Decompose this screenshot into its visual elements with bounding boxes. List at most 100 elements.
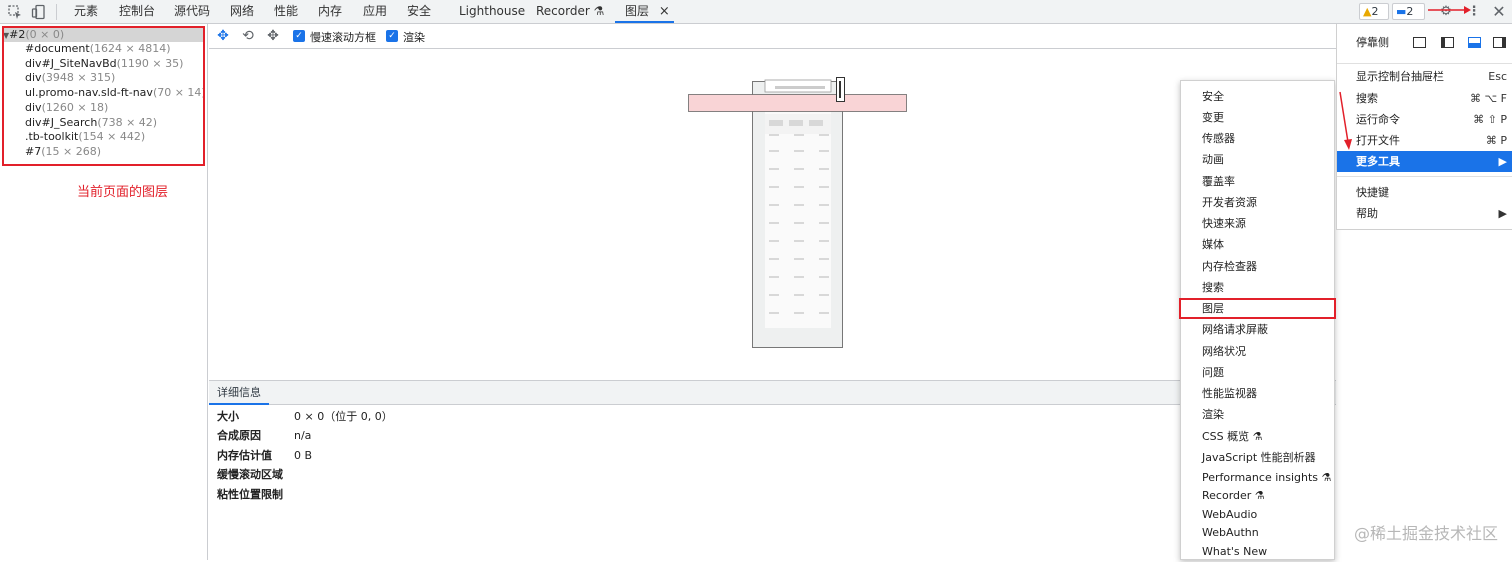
device-toolbar-icon[interactable] — [31, 4, 47, 20]
tab-memory[interactable]: 内存 — [318, 0, 342, 23]
tab-details[interactable]: 详细信息 — [209, 381, 269, 405]
menu-item-media[interactable]: 媒体 — [1181, 234, 1334, 255]
dock-bottom-icon[interactable] — [1468, 37, 1481, 48]
menu-item-recorder[interactable]: Recorder ⚗ — [1181, 485, 1334, 506]
menu-item-show-console-drawer[interactable]: 显示控制台抽屉栏 Esc — [1337, 66, 1512, 87]
menu-item-help[interactable]: 帮助 ▶ — [1337, 203, 1512, 224]
annotation-arrow-down — [1336, 90, 1356, 152]
menu-item-shortcut: ⌘ ⌥ F — [1470, 88, 1507, 109]
messages-badge[interactable]: ▬2 — [1392, 3, 1425, 20]
details-tab-bar: 详细信息 — [209, 381, 1336, 405]
detail-value: 0 × 0（位于 0, 0） — [294, 409, 393, 425]
annotation-arrow-right — [1426, 5, 1472, 15]
menu-item-network-conditions[interactable]: 网络状况 — [1181, 341, 1334, 362]
layers-tree-panel: ▼#2(0 × 0) #document(1624 × 4814) div#J_… — [0, 24, 208, 560]
menu-item-css-overview[interactable]: CSS 概览 ⚗ — [1181, 426, 1334, 447]
tab-application[interactable]: 应用 — [363, 0, 387, 23]
menu-item-shortcut: ⌘ ⇧ P — [1473, 109, 1507, 130]
menu-item-animations[interactable]: 动画 — [1181, 149, 1334, 170]
menu-item-label: 显示控制台抽屉栏 — [1356, 70, 1444, 83]
message-icon: ▬ — [1396, 5, 1406, 18]
inspect-element-icon[interactable] — [7, 4, 23, 20]
detail-value: n/a — [294, 428, 311, 444]
menu-item-label: 更多工具 — [1356, 155, 1400, 168]
menu-item-quick-source[interactable]: 快速来源 — [1181, 213, 1334, 234]
annotation-label: 当前页面的图层 — [77, 181, 168, 200]
rotate-mode-icon[interactable]: ⟲ — [240, 28, 256, 44]
menu-item-open-file[interactable]: 打开文件 ⌘ P — [1337, 130, 1512, 151]
dock-side-label: 停靠侧 — [1356, 36, 1389, 49]
detail-key: 内存估计值 — [217, 448, 272, 464]
pan-mode-icon[interactable]: ✥ — [215, 28, 231, 44]
menu-item-run-command[interactable]: 运行命令 ⌘ ⇧ P — [1337, 109, 1512, 130]
menu-item-label: 搜索 — [1356, 92, 1378, 105]
menu-separator — [1337, 63, 1512, 64]
detail-key: 大小 — [217, 409, 239, 425]
tab-console[interactable]: 控制台 — [119, 0, 155, 23]
menu-item-webauthn[interactable]: WebAuthn — [1181, 522, 1334, 543]
tab-performance[interactable]: 性能 — [274, 0, 298, 23]
dock-right-icon[interactable] — [1493, 37, 1506, 48]
submenu-arrow-icon: ▶ — [1499, 151, 1507, 172]
tab-security[interactable]: 安全 — [407, 0, 431, 23]
messages-count: 2 — [1406, 5, 1413, 18]
menu-item-rendering[interactable]: 渲染 — [1181, 404, 1334, 425]
customize-devtools-menu: 停靠侧 显示控制台抽屉栏 Esc 搜索 ⌘ ⌥ F 运行命令 ⌘ ⇧ P 打开文件 ⌘ … — [1336, 24, 1512, 230]
menu-separator — [1337, 176, 1512, 177]
tab-layers-label: 图层 — [615, 4, 649, 18]
menu-item-memory-inspector[interactable]: 内存检查器 — [1181, 256, 1334, 277]
layers-3d-canvas[interactable] — [209, 50, 1336, 380]
tab-lighthouse[interactable]: Lighthouse — [459, 0, 525, 23]
menu-item-sensors[interactable]: 传感器 — [1181, 128, 1334, 149]
devtools-tab-bar: 元素 控制台 源代码 网络 性能 内存 应用 安全 Lighthouse Rec… — [0, 0, 1512, 24]
tab-close-icon[interactable]: × — [659, 4, 670, 19]
menu-item-network-request-blocking[interactable]: 网络请求屏蔽 — [1181, 319, 1334, 340]
details-panel: 详细信息 大小 0 × 0（位于 0, 0） 合成原因 n/a 内存估计值 0 B 缓… — [209, 380, 1336, 560]
annotation-highlight-box — [2, 26, 205, 166]
menu-item-performance-monitor[interactable]: 性能监视器 — [1181, 383, 1334, 404]
menu-item-label: 打开文件 — [1356, 134, 1400, 147]
menu-item-search[interactable]: 搜索 — [1181, 277, 1334, 298]
menu-item-label: 帮助 — [1356, 207, 1378, 220]
close-devtools-icon[interactable]: ✕ — [1491, 4, 1507, 20]
tab-sources[interactable]: 源代码 — [174, 0, 210, 23]
menu-item-javascript-profiler[interactable]: JavaScript 性能剖析器 — [1181, 447, 1334, 468]
menu-item-shortcuts[interactable]: 快捷键 — [1337, 182, 1512, 203]
tab-layers[interactable]: 图层 × — [615, 0, 674, 23]
slow-scroll-checkbox[interactable]: ✓ — [293, 30, 305, 42]
tab-elements[interactable]: 元素 — [74, 0, 98, 23]
paint-label: 渲染 — [403, 29, 425, 45]
tab-network[interactable]: 网络 — [230, 0, 254, 23]
detail-key: 缓慢滚动区域 — [217, 467, 283, 483]
menu-item-label: 运行命令 — [1356, 113, 1400, 126]
menu-item-shortcut: ⌘ P — [1486, 130, 1507, 151]
annotation-highlight-box — [1179, 298, 1336, 319]
dock-left-icon[interactable] — [1441, 37, 1454, 48]
detail-key: 合成原因 — [217, 428, 261, 444]
toolbar-divider — [56, 4, 57, 20]
layers-toolbar: ✥ ⟲ ✥ ✓ 慢速滚动方框 ✓ 渲染 — [209, 24, 1336, 49]
watermark-text: @稀土掘金技术社区 — [1354, 520, 1498, 544]
menu-item-issues[interactable]: 问题 — [1181, 362, 1334, 383]
submenu-arrow-icon: ▶ — [1499, 203, 1507, 224]
menu-item-security[interactable]: 安全 — [1181, 86, 1334, 107]
detail-value: 0 B — [294, 448, 312, 464]
more-tools-submenu: 安全 变更 传感器 动画 覆盖率 开发者资源 快速来源 媒体 内存检查器 搜索 … — [1180, 80, 1335, 560]
menu-item-search[interactable]: 搜索 ⌘ ⌥ F — [1337, 88, 1512, 109]
warnings-count: 2 — [1371, 5, 1378, 18]
menu-item-shortcut: Esc — [1488, 66, 1507, 87]
menu-item-whats-new[interactable]: What's New — [1181, 541, 1334, 562]
slow-scroll-label: 慢速滚动方框 — [310, 29, 376, 45]
undock-icon[interactable] — [1413, 37, 1426, 48]
reset-transform-icon[interactable]: ✥ — [265, 28, 281, 44]
menu-item-more-tools[interactable]: 更多工具 ▶ — [1337, 151, 1512, 172]
detail-key: 粘性位置限制 — [217, 487, 283, 503]
menu-item-coverage[interactable]: 覆盖率 — [1181, 171, 1334, 192]
paint-checkbox[interactable]: ✓ — [386, 30, 398, 42]
warnings-badge[interactable]: ▲2 — [1359, 3, 1389, 20]
menu-item-changes[interactable]: 变更 — [1181, 107, 1334, 128]
menu-item-developer-resources[interactable]: 开发者资源 — [1181, 192, 1334, 213]
menu-item-label: 快捷键 — [1356, 186, 1389, 199]
layers-visualization[interactable] — [209, 50, 1336, 380]
tab-recorder[interactable]: Recorder ⚗ — [536, 0, 604, 23]
